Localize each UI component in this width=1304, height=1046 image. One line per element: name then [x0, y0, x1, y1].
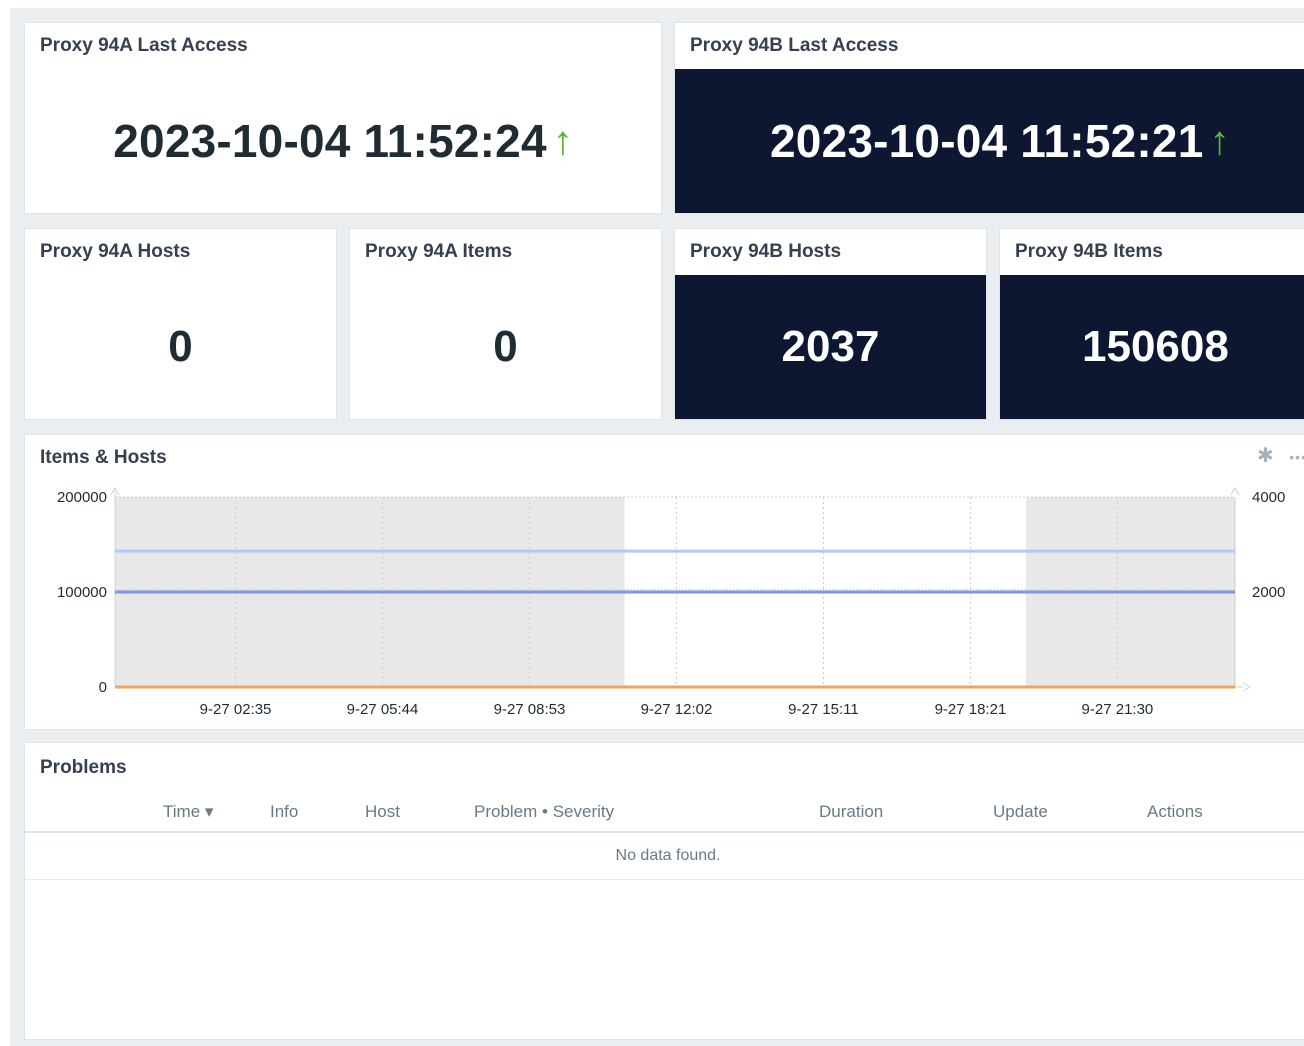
column-header-info: Info — [270, 802, 299, 821]
y-right-tick-label: 4000 — [1252, 489, 1285, 506]
widget-title: Proxy 94A Last Access — [40, 35, 248, 56]
arrow-up-icon: ↑ — [552, 118, 573, 163]
x-tick-label: 9-27 12:02 — [641, 701, 713, 718]
column-header-actions: Actions — [1147, 802, 1203, 821]
x-tick-label: 9-27 18:21 — [935, 701, 1007, 718]
x-tick-label: 9-27 08:53 — [494, 701, 566, 718]
column-header-update: Update — [993, 802, 1048, 821]
widget-value-area: 150608 — [1000, 275, 1304, 419]
widget-title: Problems — [40, 757, 127, 778]
x-tick-label: 9-27 15:11 — [788, 701, 859, 718]
items-count: 150608 — [1082, 322, 1229, 371]
widget-title: Proxy 94B Last Access — [690, 35, 899, 56]
widget-value-area: 2037 — [675, 275, 986, 419]
widget-title: Proxy 94B Hosts — [690, 241, 842, 262]
widget-proxy94b-hosts[interactable]: Proxy 94B Hosts 2037 — [674, 228, 987, 420]
column-header-time[interactable]: Time ▾ — [163, 802, 213, 822]
y-left-tick-label: 0 — [99, 679, 107, 696]
widget-value-area: 0 — [25, 275, 336, 419]
x-axis-arrow-icon — [1242, 682, 1252, 692]
last-access-value: 2023-10-04 11:52:21 — [770, 115, 1204, 167]
x-tick-label: 9-27 05:44 — [347, 701, 419, 718]
widget-proxy94b-last-access[interactable]: Proxy 94B Last Access 2023-10-04 11:52:2… — [674, 22, 1304, 214]
widget-value-area: 2023-10-04 11:52:21 ↑ — [675, 69, 1304, 213]
widget-title: Proxy 94B Items — [1015, 241, 1163, 262]
widget-problems[interactable]: Problems Time ▾ Info Host Problem • Seve… — [24, 742, 1304, 1040]
y-axis-right-arrow-icon — [1230, 486, 1240, 496]
y-left-tick-label: 100000 — [57, 584, 107, 601]
column-header-duration: Duration — [819, 802, 884, 821]
hosts-count: 0 — [168, 322, 193, 371]
widget-proxy94a-hosts[interactable]: Proxy 94A Hosts 0 — [24, 228, 337, 420]
chart: 9-27 02:35 9-27 05:44 9-27 08:53 9-27 12:02… — [57, 486, 1285, 718]
problems-table-header: Time ▾ Info Host Problem • Severity Dura… — [25, 793, 1304, 833]
no-data-message: No data found. — [25, 833, 1304, 880]
widget-proxy94b-items[interactable]: Proxy 94B Items 150608 — [999, 228, 1304, 420]
arrow-up-icon: ↑ — [1209, 118, 1230, 163]
widget-title: Proxy 94A Hosts — [40, 241, 191, 262]
widget-proxy94a-last-access[interactable]: Proxy 94A Last Access 2023-10-04 11:52:2… — [24, 22, 662, 214]
y-right-tick-label: 2000 — [1252, 584, 1285, 601]
column-header-problem-severity: Problem • Severity — [474, 802, 615, 821]
x-tick-label: 9-27 02:35 — [200, 701, 272, 718]
widget-title: Proxy 94A Items — [365, 241, 513, 262]
hosts-count: 2037 — [781, 322, 880, 371]
widget-value-area: 0 — [350, 275, 661, 419]
items-count: 0 — [493, 322, 518, 371]
widget-proxy94a-items[interactable]: Proxy 94A Items 0 — [349, 228, 662, 420]
last-access-value: 2023-10-04 11:52:24 — [113, 115, 547, 167]
widget-value-area: 2023-10-04 11:52:24 ↑ — [25, 69, 661, 213]
y-left-tick-label: 200000 — [57, 489, 107, 506]
column-header-host: Host — [365, 802, 400, 821]
x-tick-label: 9-27 21:30 — [1082, 701, 1154, 718]
widget-items-hosts-graph[interactable]: Items & Hosts ✱ ••• 9-27 02:359-27 05:44… — [24, 434, 1304, 730]
